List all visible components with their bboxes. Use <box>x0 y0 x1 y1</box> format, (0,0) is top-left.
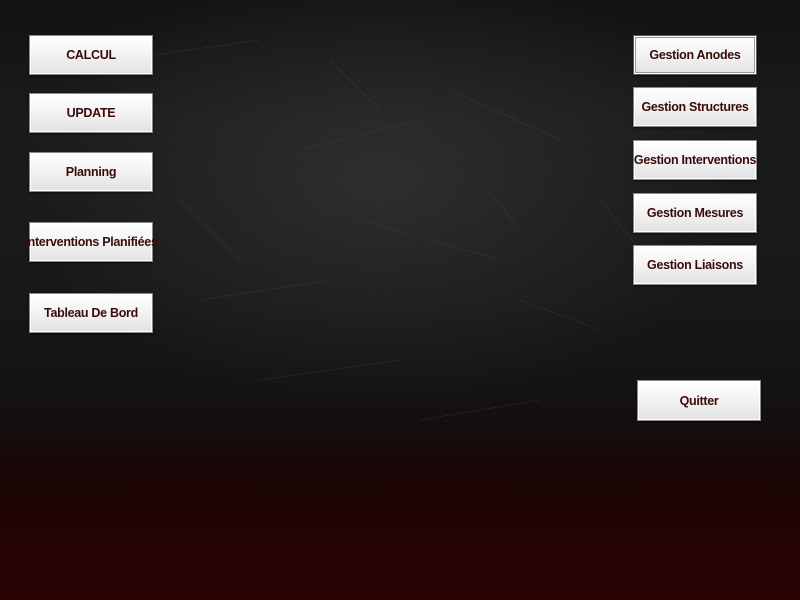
gestion-mesures-button[interactable]: Gestion Mesures <box>633 193 757 233</box>
quit-button[interactable]: Quitter <box>637 380 761 421</box>
update-button-label: UPDATE <box>66 106 116 120</box>
planning-button-label: Planning <box>65 165 117 179</box>
gestion-liaisons-button-label: Gestion Liaisons <box>647 258 743 272</box>
tableau-de-bord-button[interactable]: Tableau De Bord <box>29 293 153 333</box>
gestion-structures-button[interactable]: Gestion Structures <box>633 87 757 127</box>
interventions-planifiees-button-label: Interventions Planifiées <box>24 235 158 249</box>
gestion-anodes-button-label: Gestion Anodes <box>649 48 741 62</box>
gestion-structures-button-label: Gestion Structures <box>641 100 749 114</box>
gestion-mesures-button-label: Gestion Mesures <box>646 206 744 220</box>
gestion-interventions-button[interactable]: Gestion Interventions <box>633 140 757 180</box>
quit-button-label: Quitter <box>679 393 719 408</box>
calcul-button-label: CALCUL <box>66 48 116 62</box>
interventions-planifiees-button[interactable]: Interventions Planifiées <box>24 222 158 262</box>
tableau-de-bord-button-label: Tableau De Bord <box>44 306 138 320</box>
gestion-liaisons-button[interactable]: Gestion Liaisons <box>633 245 757 285</box>
dashboard-background: CALCUL UPDATE Planning Interventions Pla… <box>0 0 800 600</box>
gestion-anodes-button[interactable]: Gestion Anodes <box>633 35 757 75</box>
calcul-button[interactable]: CALCUL <box>29 35 153 75</box>
planning-button[interactable]: Planning <box>29 152 153 192</box>
gestion-interventions-button-label: Gestion Interventions <box>633 153 757 167</box>
update-button[interactable]: UPDATE <box>29 93 153 133</box>
